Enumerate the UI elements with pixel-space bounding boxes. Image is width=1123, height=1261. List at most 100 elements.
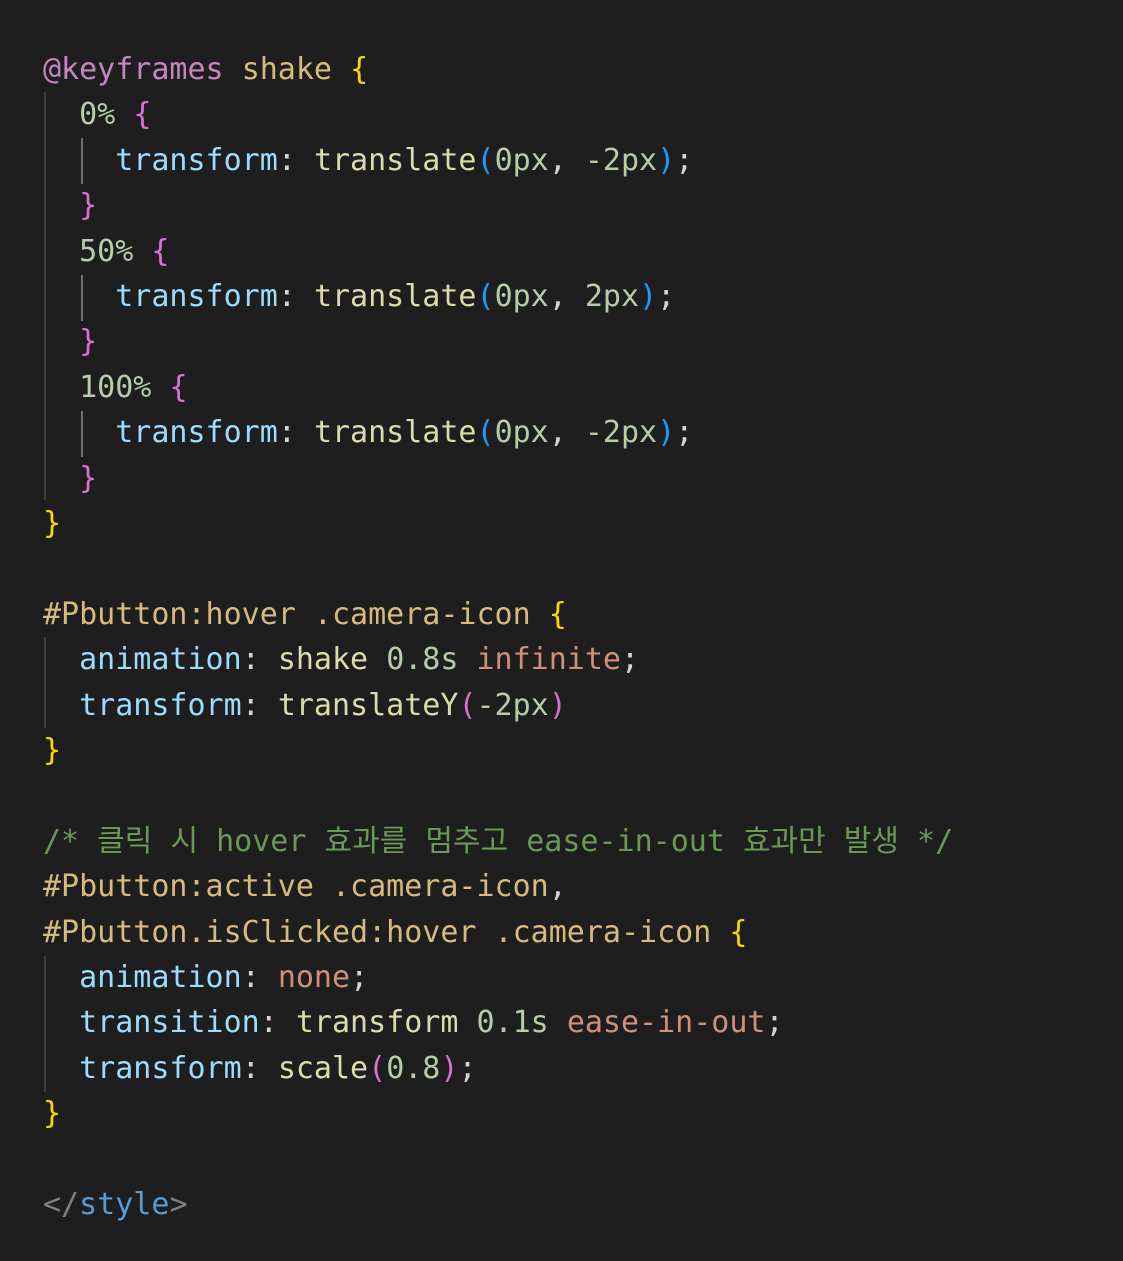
code-token: ease-in-out [566, 1005, 766, 1041]
code-token: 0% [79, 97, 116, 133]
code-token: shake [241, 52, 332, 87]
code-token: ) [657, 142, 676, 178]
code-token: 0.8 [386, 1050, 441, 1086]
code-token: { [151, 233, 170, 269]
code-token: , [548, 279, 585, 314]
code-line: } [43, 319, 97, 364]
code-token: </ [43, 1187, 80, 1222]
code-token: ( [458, 687, 477, 723]
code-token: transform [115, 279, 278, 314]
code-token: ; [458, 1050, 477, 1086]
code-token: ; [675, 142, 694, 178]
code-token: shake [277, 642, 369, 678]
code-token: -2px [476, 687, 549, 723]
code-token: { [350, 52, 369, 87]
code-token: translateY [277, 687, 459, 723]
code-token: } [79, 460, 98, 496]
code-token: ) [639, 279, 658, 314]
code-editor[interactable]: @keyframes shake { 0% { transform: trans… [0, 0, 1123, 1261]
code-line: } [43, 728, 61, 773]
code-token: } [79, 324, 98, 360]
code-line: #Pbutton:active .camera-icon, [43, 864, 567, 909]
code-token: ( [476, 415, 495, 451]
code-token: 50% [79, 233, 134, 269]
code-token: transform [79, 687, 242, 723]
code-token: ) [440, 1050, 459, 1086]
code-token: : [241, 960, 278, 995]
code-line: @keyframes shake { [43, 47, 368, 92]
code-line: animation: shake 0.8s infinite; [43, 637, 639, 682]
code-token: -2px [584, 415, 658, 451]
code-token: #Pbutton:active .camera-icon [43, 869, 549, 905]
code-line: 50% { [43, 229, 169, 274]
code-token: { [729, 914, 748, 950]
code-token: } [79, 188, 98, 224]
code-token: transition [79, 1005, 260, 1041]
code-token: transform [115, 142, 278, 178]
code-token: infinite [476, 642, 622, 678]
code-line: /* 클릭 시 hover 효과를 멈추고 ease-in-out 효과만 발생… [43, 819, 953, 864]
code-line: </style> [43, 1182, 188, 1227]
code-token: ; [675, 415, 694, 451]
code-line: 0% { [43, 92, 151, 137]
code-token: ; [621, 642, 640, 678]
code-token: : [277, 279, 314, 314]
code-token: { [548, 596, 567, 632]
code-line: animation: none; [43, 955, 368, 1000]
code-token: , [548, 142, 585, 178]
code-token: } [43, 1096, 62, 1132]
code-line: #Pbutton:hover .camera-icon { [43, 592, 567, 637]
code-token: , [548, 415, 585, 451]
code-token: 0px [494, 279, 549, 314]
code-token: translate [313, 142, 477, 178]
code-token: 100% [79, 369, 152, 405]
code-line: transform: translate(0px, -2px); [43, 138, 693, 183]
code-token: none [277, 960, 351, 995]
code-token: style [79, 1187, 170, 1222]
code-token: 0.8s [386, 642, 459, 678]
code-token: , [548, 869, 567, 905]
code-token: ( [476, 142, 495, 178]
code-token: : [277, 415, 314, 451]
code-line: transform: translate(0px, 2px); [43, 274, 675, 319]
code-line: } [43, 501, 61, 546]
code-line: transform: translate(0px, -2px); [43, 410, 693, 455]
code-line: } [43, 456, 97, 501]
code-token: : [241, 687, 278, 723]
code-token: @keyframes [43, 52, 224, 87]
code-line: transform: translateY(-2px) [43, 683, 567, 728]
code-line: transform: scale(0.8); [43, 1046, 477, 1091]
code-token: ; [657, 279, 676, 314]
code-token: #Pbutton.isClicked:hover .camera-icon [43, 914, 712, 950]
code-token: > [169, 1187, 188, 1222]
code-token: 0px [494, 415, 549, 451]
code-token: ( [476, 279, 495, 314]
code-line: #Pbutton.isClicked:hover .camera-icon { [43, 910, 747, 955]
code-token: 2px [584, 279, 640, 314]
code-token: animation [79, 960, 242, 995]
code-line: 100% { [43, 365, 187, 410]
code-token: transform [79, 1050, 242, 1086]
code-token: { [133, 97, 152, 133]
code-token: ; [765, 1005, 784, 1041]
code-token: ) [548, 687, 567, 723]
code-token: translate [313, 279, 477, 314]
